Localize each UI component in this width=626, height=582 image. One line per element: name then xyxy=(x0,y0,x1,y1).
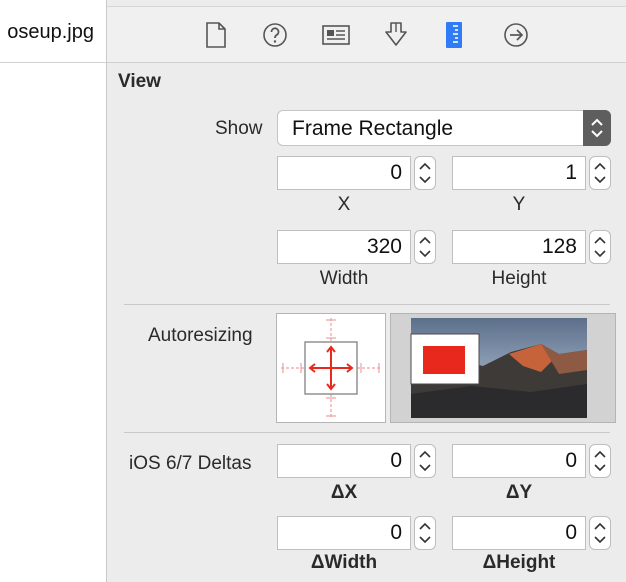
attributes-inspector-icon[interactable] xyxy=(383,21,409,49)
stepper-arrows-icon xyxy=(594,450,606,472)
height-field[interactable]: 128 xyxy=(452,230,586,264)
deltas-label: iOS 6/7 Deltas xyxy=(129,453,252,474)
delta-height-stepper[interactable] xyxy=(589,516,611,550)
height-caption: Height xyxy=(491,268,547,289)
autoresizing-springs-struts-icon xyxy=(281,318,381,418)
delta-y-caption: ΔY xyxy=(505,482,533,503)
width-caption: Width xyxy=(319,268,369,289)
stepper-arrows-icon xyxy=(594,522,606,544)
height-stepper[interactable] xyxy=(589,230,611,264)
delta-x-caption: ΔX xyxy=(330,482,358,503)
stepper-arrows-icon xyxy=(419,522,431,544)
width-field[interactable]: 320 xyxy=(277,230,411,264)
delta-width-stepper[interactable] xyxy=(414,516,436,550)
divider xyxy=(124,432,610,433)
size-inspector-icon[interactable] xyxy=(444,21,464,49)
autoresizing-preview xyxy=(390,313,616,423)
stepper-arrows-icon xyxy=(594,236,606,258)
identity-inspector-icon[interactable] xyxy=(321,21,351,49)
show-label: Show xyxy=(215,118,263,139)
section-title: View xyxy=(118,71,161,92)
y-stepper[interactable] xyxy=(589,156,611,190)
quick-help-icon[interactable] xyxy=(262,21,288,49)
popup-arrows-icon xyxy=(583,110,611,146)
show-popup[interactable]: Frame Rectangle xyxy=(277,110,611,146)
delta-width-caption: ΔWidth xyxy=(310,552,378,573)
x-field[interactable]: 0 xyxy=(277,156,411,190)
autoresizing-mask-control[interactable] xyxy=(276,313,386,423)
stepper-arrows-icon xyxy=(419,236,431,258)
x-stepper[interactable] xyxy=(414,156,436,190)
delta-y-stepper[interactable] xyxy=(589,444,611,478)
delta-height-caption: ΔHeight xyxy=(482,552,556,573)
delta-width-field[interactable]: 0 xyxy=(277,516,411,550)
stepper-arrows-icon xyxy=(419,162,431,184)
inspector-toolbar xyxy=(107,7,626,63)
autoresizing-label: Autoresizing xyxy=(148,325,253,346)
file-tab-label: oseup.jpg xyxy=(7,21,94,43)
file-inspector-icon[interactable] xyxy=(203,21,229,49)
x-caption: X xyxy=(337,194,351,215)
delta-height-field[interactable]: 0 xyxy=(452,516,586,550)
width-stepper[interactable] xyxy=(414,230,436,264)
stepper-arrows-icon xyxy=(594,162,606,184)
divider xyxy=(124,304,610,305)
project-navigator: oseup.jpg xyxy=(0,0,107,582)
preview-landscape-image xyxy=(410,318,587,418)
show-popup-value: Frame Rectangle xyxy=(292,117,454,140)
delta-x-stepper[interactable] xyxy=(414,444,436,478)
delta-x-field[interactable]: 0 xyxy=(277,444,411,478)
file-tab[interactable]: oseup.jpg xyxy=(0,7,106,63)
delta-y-field[interactable]: 0 xyxy=(452,444,586,478)
connections-inspector-icon[interactable] xyxy=(503,21,529,49)
stepper-arrows-icon xyxy=(419,450,431,472)
y-caption: Y xyxy=(512,194,526,215)
y-field[interactable]: 1 xyxy=(452,156,586,190)
